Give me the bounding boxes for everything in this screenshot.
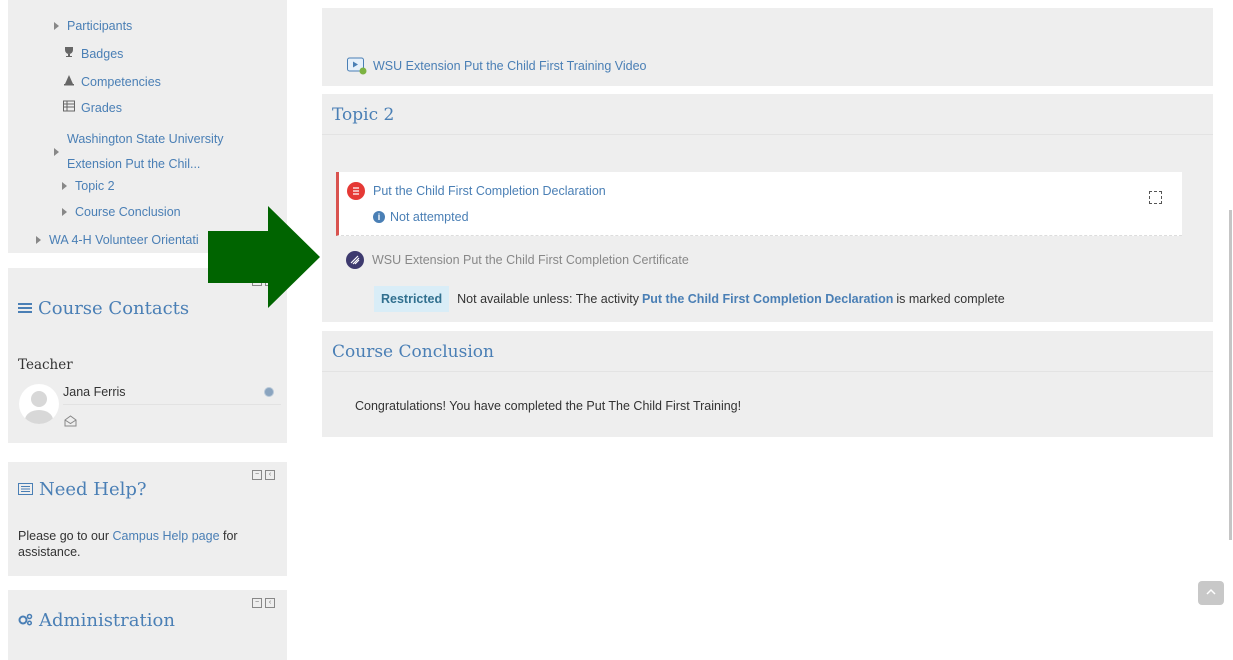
green-arrow-icon <box>208 206 320 311</box>
need-help-text: Please go to our Campus Help page for as… <box>18 529 238 559</box>
dock-icon[interactable]: ‹ <box>265 470 275 480</box>
competencies-icon <box>62 74 76 89</box>
scrollbar[interactable] <box>1229 210 1232 540</box>
nav-course-line2: Extension Put the Chil... <box>67 157 201 171</box>
activity-certificate[interactable]: WSU Extension Put the Child First Comple… <box>346 251 689 269</box>
declaration-activity-card: Put the Child First Completion Declarati… <box>336 172 1182 236</box>
gears-icon <box>18 611 33 630</box>
activity-declaration[interactable]: Put the Child First Completion Declarati… <box>347 182 606 200</box>
certificate-icon <box>346 251 364 269</box>
activity-training-video[interactable]: WSU Extension Put the Child First Traini… <box>347 57 647 75</box>
topic-2-title[interactable]: Topic 2 <box>332 105 394 125</box>
course-contacts-title: Course Contacts <box>18 298 189 319</box>
contact-divider <box>63 404 281 405</box>
expand-triangle-icon <box>54 22 59 30</box>
declaration-status: i Not attempted <box>373 210 469 224</box>
nav-item-topic-2[interactable]: Topic 2 <box>62 179 115 193</box>
trophy-icon <box>62 46 76 61</box>
online-status-icon <box>264 387 274 397</box>
collapse-icon[interactable]: − <box>252 598 262 608</box>
nav-item-competencies[interactable]: Competencies <box>62 74 161 89</box>
block-controls: − ‹ <box>252 470 275 480</box>
teacher-role-label: Teacher <box>18 357 73 373</box>
section-course-conclusion: Course Conclusion Congratulations! You h… <box>322 331 1213 437</box>
nav-item-badges[interactable]: Badges <box>62 46 123 61</box>
section-header <box>322 94 1213 135</box>
message-icon[interactable] <box>64 415 77 430</box>
completion-checkbox[interactable] <box>1149 191 1162 204</box>
expand-triangle-icon <box>62 182 67 190</box>
need-help-title: Need Help? <box>18 479 147 500</box>
block-controls: − ‹ <box>252 598 275 608</box>
chevron-up-icon <box>1206 587 1216 598</box>
campus-help-link[interactable]: Campus Help page <box>113 529 220 543</box>
avatar[interactable] <box>19 384 59 424</box>
teacher-name[interactable]: Jana Ferris <box>63 385 126 399</box>
administration-block: Administration − ‹ <box>8 590 287 660</box>
list-icon <box>18 480 33 499</box>
table-icon <box>62 100 76 115</box>
feedback-icon <box>347 182 365 200</box>
need-help-block: Need Help? − ‹ Please go to our Campus H… <box>8 462 287 576</box>
nav-item-course-conclusion[interactable]: Course Conclusion <box>62 205 181 219</box>
hamburger-icon <box>18 299 32 318</box>
collapse-icon[interactable]: − <box>252 470 262 480</box>
restriction-info: Restricted Not available unless: The act… <box>374 286 1005 312</box>
restricted-badge: Restricted <box>374 286 450 312</box>
restriction-activity-link[interactable]: Put the Child First Completion Declarati… <box>642 292 893 306</box>
section-intro: WSU Extension Put the Child First Traini… <box>322 8 1213 86</box>
expand-triangle-icon <box>54 148 59 156</box>
certificate-name: WSU Extension Put the Child First Comple… <box>372 253 689 267</box>
section-topic-2: Topic 2 Put the Child First Completion D… <box>322 94 1213 322</box>
training-video-link[interactable]: WSU Extension Put the Child First Traini… <box>373 59 647 73</box>
video-activity-icon <box>347 57 367 75</box>
scroll-to-top-button[interactable] <box>1198 581 1224 605</box>
nav-item-wa-4h[interactable]: WA 4-H Volunteer Orientati <box>36 233 199 247</box>
nav-course-line1: Washington State University <box>67 132 224 146</box>
administration-title: Administration <box>18 610 175 631</box>
nav-item-grades[interactable]: Grades <box>62 100 122 115</box>
nav-item-course[interactable]: Washington State University Extension Pu… <box>54 127 224 177</box>
dock-icon[interactable]: ‹ <box>265 598 275 608</box>
course-conclusion-title[interactable]: Course Conclusion <box>332 342 494 362</box>
declaration-link[interactable]: Put the Child First Completion Declarati… <box>373 184 606 198</box>
conclusion-text: Congratulations! You have completed the … <box>355 399 742 413</box>
expand-triangle-icon <box>36 236 41 244</box>
expand-triangle-icon <box>62 208 67 216</box>
info-icon: i <box>373 211 385 223</box>
nav-item-participants[interactable]: Participants <box>54 19 132 33</box>
